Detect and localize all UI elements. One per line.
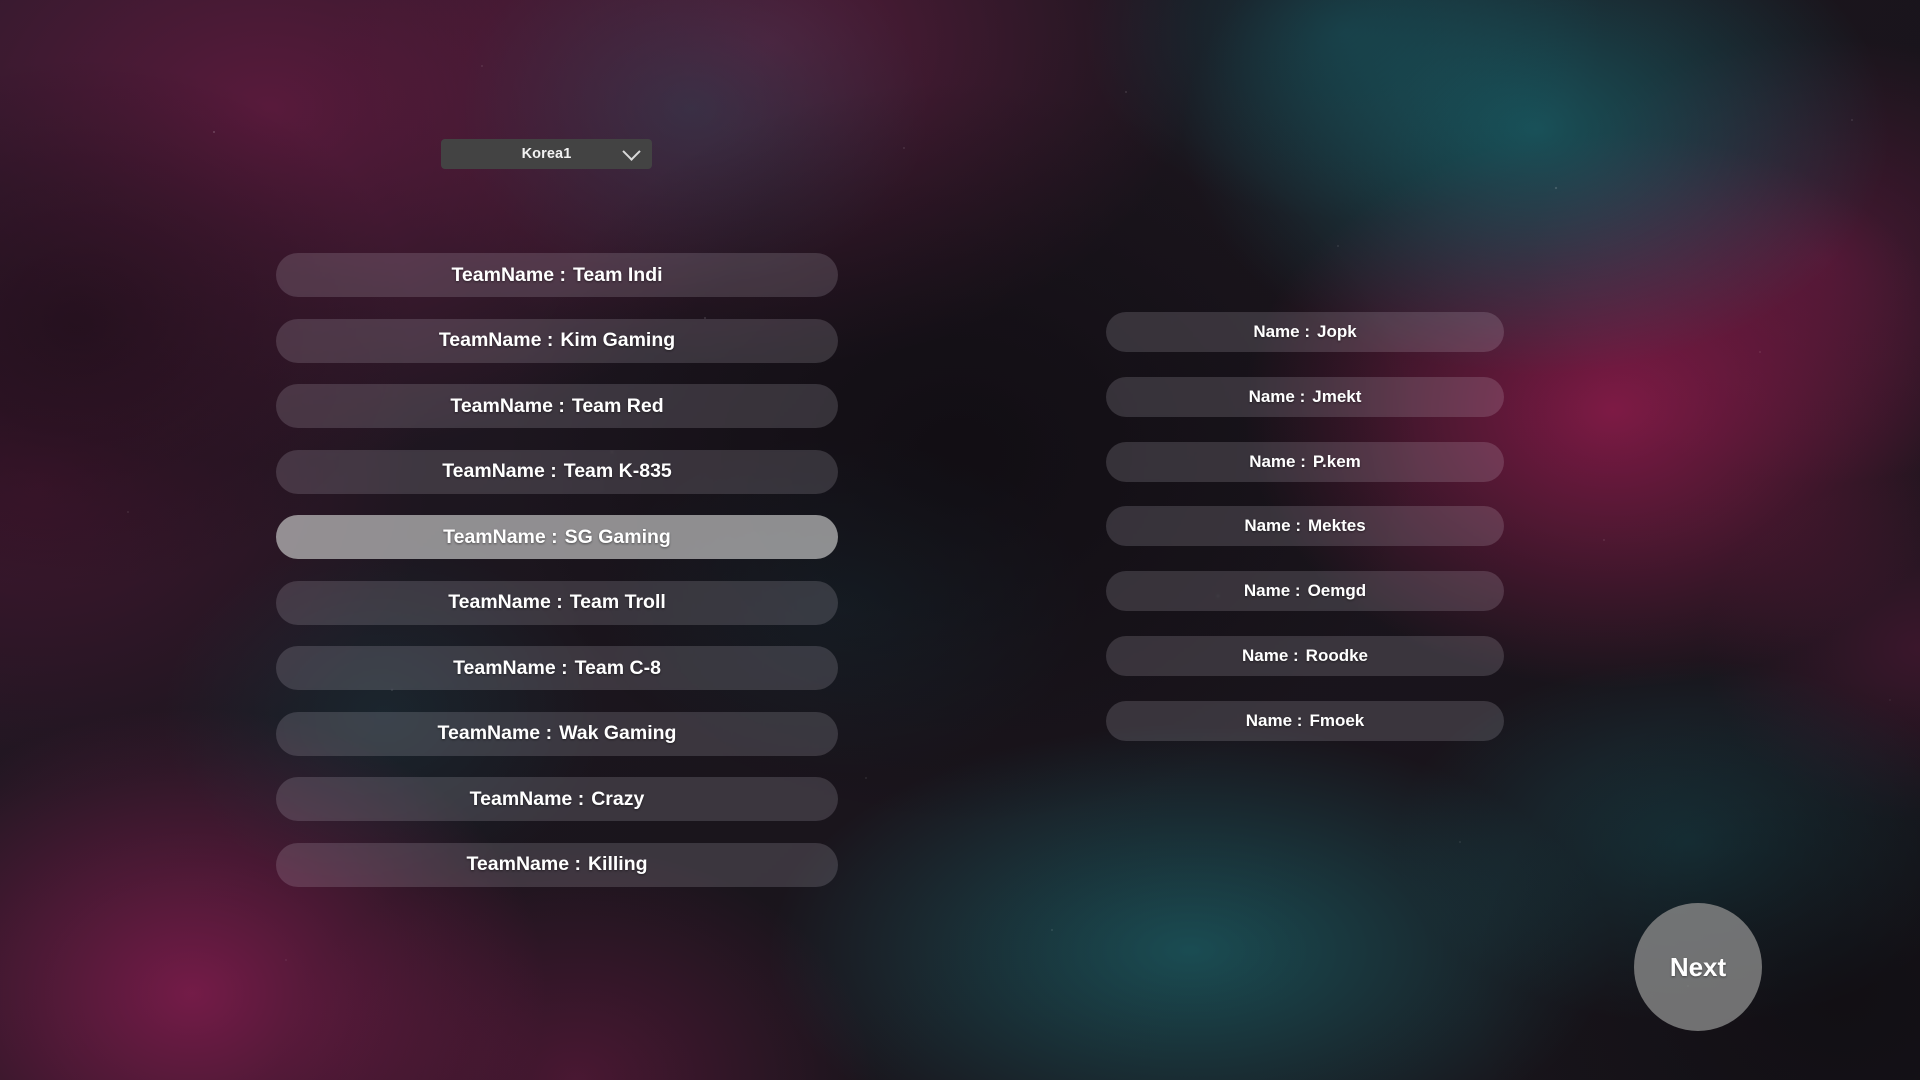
team-row[interactable]: TeamName : Team Indi xyxy=(276,253,838,297)
team-row[interactable]: TeamName : Kim Gaming xyxy=(276,318,838,363)
team-row-name: Team Red xyxy=(571,394,664,417)
player-row-name: Mektes xyxy=(1308,516,1366,536)
team-row-label: TeamName : xyxy=(438,329,554,351)
ui-overlay: Korea1 TeamName : Team Indi TeamName : Kim … xyxy=(0,0,1920,1080)
player-row-label: Name : xyxy=(1248,386,1306,406)
region-dropdown[interactable]: Korea1 xyxy=(441,139,652,169)
player-row-label: Name : xyxy=(1244,516,1302,536)
region-dropdown-label: Korea1 xyxy=(521,146,572,162)
player-row-name: Roodke xyxy=(1305,646,1369,665)
team-row-name: Team Troll xyxy=(569,591,666,613)
team-row-label: TeamName : xyxy=(451,263,566,286)
team-row[interactable]: TeamName : Crazy xyxy=(276,777,838,821)
team-row[interactable]: TeamName : Team C-8 xyxy=(276,646,838,690)
team-row-name: Team C-8 xyxy=(574,656,661,679)
team-row-label: TeamName : xyxy=(448,591,563,613)
player-row-label: Name : xyxy=(1245,710,1303,730)
player-row-label: Name : xyxy=(1253,322,1310,341)
team-row-label: TeamName : xyxy=(442,460,557,482)
player-row[interactable]: Name : Fmoek xyxy=(1106,700,1504,741)
team-row-label: TeamName : xyxy=(453,656,568,679)
team-row[interactable]: TeamName : SG Gaming xyxy=(276,515,838,559)
player-row-name: Fmoek xyxy=(1309,710,1365,730)
team-row-name: Crazy xyxy=(591,787,645,810)
player-row-label: Name : xyxy=(1249,451,1306,471)
team-row-label: TeamName : xyxy=(469,787,585,810)
next-button[interactable]: Next xyxy=(1634,903,1762,1031)
team-row[interactable]: TeamName : Team K-835 xyxy=(276,449,838,494)
team-row-label: TeamName : xyxy=(443,525,558,548)
player-row-name: P.kem xyxy=(1312,451,1361,471)
team-row-name: Team Indi xyxy=(572,263,663,286)
player-row[interactable]: Name : Roodke xyxy=(1106,636,1504,676)
player-row[interactable]: Name : Jopk xyxy=(1106,312,1504,352)
team-row[interactable]: TeamName : Team Red xyxy=(276,384,838,428)
player-row[interactable]: Name : Mektes xyxy=(1106,506,1504,547)
player-row-name: Jmekt xyxy=(1312,386,1362,406)
player-row-name: Oemgd xyxy=(1307,581,1367,601)
next-button-label: Next xyxy=(1669,951,1727,982)
team-row-label: TeamName : xyxy=(450,394,565,417)
team-row-name: Wak Gaming xyxy=(559,722,677,744)
player-row[interactable]: Name : Jmekt xyxy=(1106,376,1504,417)
player-row[interactable]: Name : P.kem xyxy=(1106,441,1504,482)
team-row[interactable]: TeamName : Team Troll xyxy=(276,580,838,625)
player-row[interactable]: Name : Oemgd xyxy=(1106,571,1504,612)
team-row-name: Team K-835 xyxy=(563,460,672,482)
team-row-name: Kim Gaming xyxy=(560,329,676,351)
team-row-label: TeamName : xyxy=(466,853,581,875)
player-row-name: Jopk xyxy=(1317,322,1357,341)
team-row-name: Killing xyxy=(587,853,648,875)
team-row[interactable]: TeamName : Killing xyxy=(276,842,838,887)
game-screen: Korea1 TeamName : Team Indi TeamName : Kim … xyxy=(0,0,1920,1080)
player-row-label: Name : xyxy=(1241,646,1299,665)
team-row-name: SG Gaming xyxy=(564,525,671,548)
team-row[interactable]: TeamName : Wak Gaming xyxy=(276,711,838,756)
player-row-label: Name : xyxy=(1243,581,1301,601)
team-row-label: TeamName : xyxy=(437,722,553,744)
